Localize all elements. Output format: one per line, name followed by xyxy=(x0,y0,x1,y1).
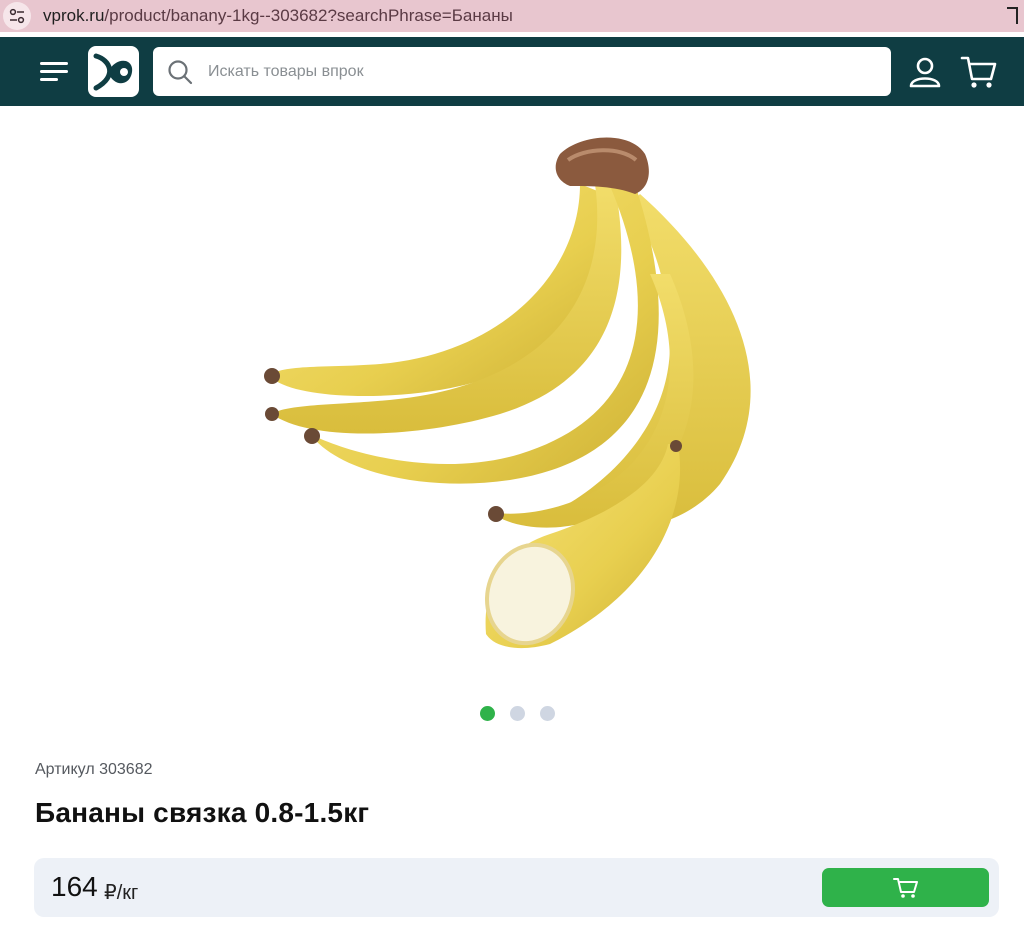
site-logo[interactable] xyxy=(88,46,139,97)
gallery-dot-2[interactable] xyxy=(510,706,525,721)
product-title: Бананы связка 0.8-1.5кг xyxy=(35,797,370,828)
url-path: /product/banany-1kg--303682?searchPhrase… xyxy=(104,6,513,25)
gallery-dot-3[interactable] xyxy=(540,706,555,721)
browser-address-bar: vprok.ru/product/banany-1kg--303682?sear… xyxy=(0,0,1024,32)
user-icon xyxy=(909,57,941,88)
menu-button[interactable] xyxy=(40,59,70,83)
vprok-logo xyxy=(93,53,133,91)
cart-button[interactable] xyxy=(960,53,998,91)
gallery-dots xyxy=(480,706,555,721)
site-header xyxy=(0,37,1024,106)
url-host: vprok.ru xyxy=(43,6,105,25)
site-info-button[interactable] xyxy=(3,2,31,30)
browser-edge-icon xyxy=(1007,7,1018,24)
hamburger-icon xyxy=(40,62,68,81)
price-unit: ₽/кг xyxy=(104,882,139,904)
cart-icon xyxy=(892,877,918,898)
product-image[interactable] xyxy=(250,124,790,664)
search-bar[interactable] xyxy=(153,47,891,96)
search-icon[interactable] xyxy=(167,59,193,85)
price-value: 164 xyxy=(51,871,98,902)
article-number: Артикул 303682 xyxy=(35,761,153,778)
cart-icon xyxy=(960,56,997,88)
profile-button[interactable] xyxy=(907,54,943,90)
search-input[interactable] xyxy=(208,62,848,81)
price-panel: 164 ₽/кг xyxy=(34,858,999,917)
tune-icon xyxy=(9,8,25,24)
url-field[interactable]: vprok.ru/product/banany-1kg--303682?sear… xyxy=(43,6,513,26)
add-to-cart-button[interactable] xyxy=(822,868,989,907)
gallery-dot-1[interactable] xyxy=(480,706,495,721)
banana-bunch-image xyxy=(264,137,751,649)
